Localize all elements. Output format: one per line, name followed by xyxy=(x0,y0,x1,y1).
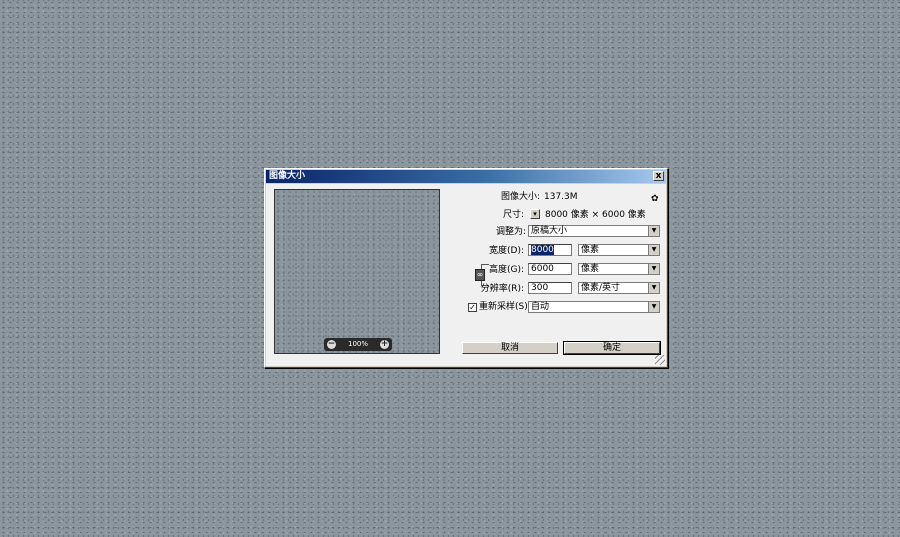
zoom-out-button[interactable]: − xyxy=(327,340,336,349)
chevron-down-icon: ▾ xyxy=(533,210,537,218)
width-input[interactable]: 8000 xyxy=(528,244,572,256)
close-icon: x xyxy=(655,171,662,181)
ok-button[interactable]: 确定 xyxy=(563,341,661,355)
resize-grip[interactable] xyxy=(655,355,665,365)
width-value: 8000 xyxy=(531,245,554,255)
image-size-label: 图像大小: xyxy=(500,192,540,202)
dimensions-unit-dropdown[interactable]: ▾ xyxy=(530,209,540,219)
resample-checkbox[interactable]: ✓ xyxy=(468,303,477,312)
width-label: 宽度(D): xyxy=(489,246,524,256)
image-size-dialog: 图像大小 x − 100% + ✿ 图像大小: 137.3M 尺寸: ▾ 800 xyxy=(264,168,668,368)
check-icon: ✓ xyxy=(469,303,476,312)
chevron-down-icon: ▼ xyxy=(648,264,659,274)
dialog-title: 图像大小 xyxy=(269,171,306,181)
dimensions-label: 尺寸: xyxy=(502,210,524,220)
gear-icon[interactable]: ✿ xyxy=(651,194,659,204)
fit-to-label: 调整为: xyxy=(495,227,526,237)
zoom-control: − 100% + xyxy=(324,338,392,351)
chevron-down-icon: ▼ xyxy=(648,226,659,236)
resolution-label: 分辨率(R): xyxy=(480,284,524,294)
dimensions-value: 8000 像素 × 6000 像素 xyxy=(545,210,646,220)
image-size-value: 137.3M xyxy=(544,192,578,202)
image-preview[interactable]: − 100% + xyxy=(274,189,440,354)
chevron-down-icon: ▼ xyxy=(648,283,659,293)
dialog-titlebar[interactable]: 图像大小 x xyxy=(266,170,666,183)
width-unit: 像素 xyxy=(581,245,600,255)
height-unit-select[interactable]: 像素 ▼ xyxy=(578,263,660,275)
cancel-button[interactable]: 取消 xyxy=(462,342,558,354)
minus-icon: − xyxy=(327,339,336,349)
height-input[interactable]: 6000 xyxy=(528,263,572,275)
width-unit-select[interactable]: 像素 ▼ xyxy=(578,244,660,256)
resolution-value: 300 xyxy=(531,283,549,293)
resample-value: 自动 xyxy=(531,302,550,312)
resolution-unit: 像素/英寸 xyxy=(581,283,621,293)
zoom-in-button[interactable]: + xyxy=(380,340,389,349)
close-button[interactable]: x xyxy=(653,171,664,181)
resample-select[interactable]: 自动 ▼ xyxy=(528,301,660,313)
fit-to-select[interactable]: 原稿大小 ▼ xyxy=(528,225,660,237)
chevron-down-icon: ▼ xyxy=(648,245,659,255)
chevron-down-icon: ▼ xyxy=(648,302,659,312)
zoom-level: 100% xyxy=(347,340,368,348)
fit-to-value: 原稿大小 xyxy=(531,226,568,236)
height-value: 6000 xyxy=(531,264,554,274)
height-unit: 像素 xyxy=(581,264,600,274)
dialog-body: − 100% + ✿ 图像大小: 137.3M 尺寸: ▾ 8000 像素 × … xyxy=(266,184,666,366)
resolution-unit-select[interactable]: 像素/英寸 ▼ xyxy=(578,282,660,294)
height-label: 高度(G): xyxy=(488,265,524,275)
resolution-input[interactable]: 300 xyxy=(528,282,572,294)
resample-label: 重新采样(S): xyxy=(479,302,531,312)
plus-icon: + xyxy=(380,339,389,349)
